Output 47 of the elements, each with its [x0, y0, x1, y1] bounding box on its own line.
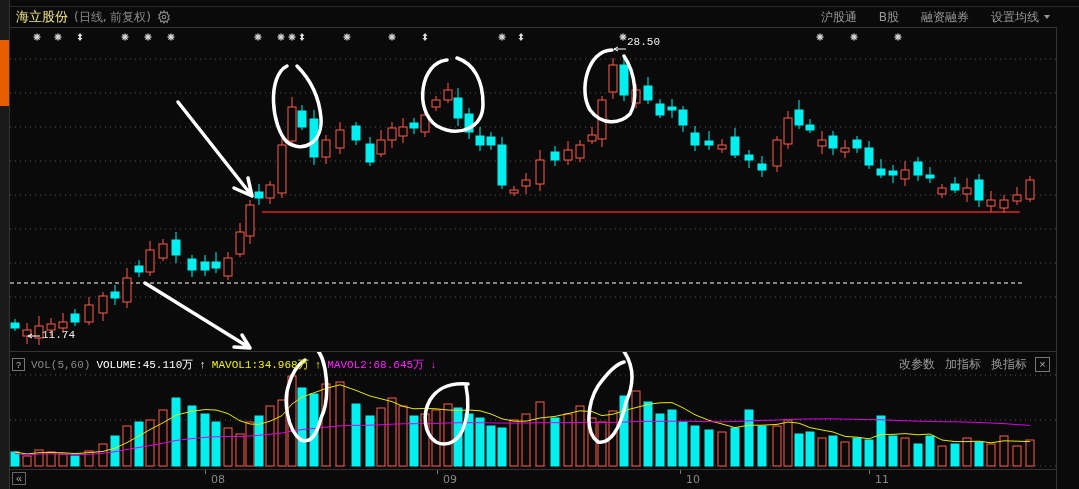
star-icon: [32, 32, 42, 42]
star-icon: [497, 32, 507, 42]
star-icon: [166, 32, 176, 42]
help-button[interactable]: ?: [12, 358, 25, 371]
indicator-name: VOL(5,60): [31, 358, 91, 371]
star-icon: [53, 32, 63, 42]
star-icon: [342, 32, 352, 42]
chart-period: (日线, 前复权): [74, 8, 151, 26]
high-price-label: 28.50: [627, 36, 660, 48]
scroll-back-button[interactable]: «: [12, 472, 26, 485]
volume-trend: ↑: [199, 358, 206, 371]
header-link[interactable]: 融资融券: [921, 8, 969, 26]
double-arrow-icon: [77, 33, 83, 41]
month-label: 09: [443, 473, 457, 486]
double-arrow-icon: [422, 33, 428, 41]
star-icon: [893, 32, 903, 42]
star-icon: [143, 32, 153, 42]
double-arrow-icon: [299, 33, 305, 41]
star-icon: [387, 32, 397, 42]
stock-name: 海立股份: [16, 8, 68, 26]
ma-settings-menu[interactable]: 设置均线: [991, 8, 1039, 26]
close-button[interactable]: ×: [1035, 357, 1050, 372]
month-label: 08: [211, 473, 225, 486]
star-icon: [618, 32, 628, 42]
low-price-label: 11.74: [42, 329, 75, 341]
star-icon: [120, 32, 130, 42]
star-icon: [276, 32, 286, 42]
mavol1-trend: ↑: [314, 358, 322, 371]
high-marker-arrow: [613, 46, 627, 52]
indicator-action[interactable]: 改参数: [897, 356, 937, 373]
settings-icon[interactable]: [157, 10, 171, 24]
month-label: 10: [686, 473, 700, 486]
low-marker-arrow: [27, 333, 41, 339]
indicator-action[interactable]: 换指标: [989, 356, 1029, 373]
volume-value: VOLUME:45.110万: [96, 358, 194, 372]
double-arrow-icon: [518, 33, 524, 41]
header-link[interactable]: 沪股通: [820, 8, 857, 26]
star-icon: [287, 32, 297, 42]
mavol2-value: MAVOL2:68.645万: [327, 358, 425, 372]
mavol2-trend: ↓: [430, 358, 437, 371]
star-icon: [253, 32, 263, 42]
header-link[interactable]: B股: [878, 8, 899, 26]
indicator-action[interactable]: 加指标: [943, 356, 983, 373]
month-label: 11: [875, 473, 889, 486]
caret-icon: [1043, 13, 1051, 21]
star-icon: [849, 32, 859, 42]
star-icon: [815, 32, 825, 42]
